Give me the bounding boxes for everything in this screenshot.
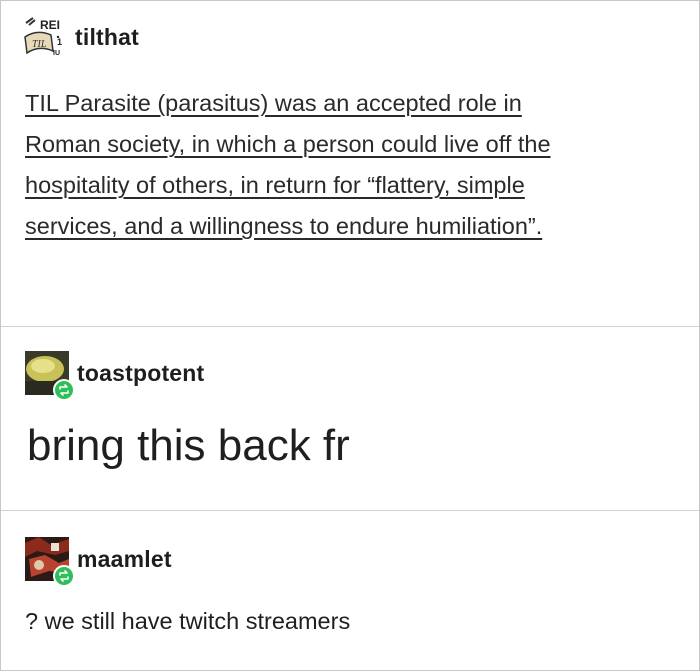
post-body[interactable]: TIL Parasite (parasitus) was an accepted…: [25, 83, 685, 247]
body-line: hospitality of others, in return for “fl…: [25, 172, 525, 198]
post-toastpotent: toastpotent bring this back fr: [1, 327, 699, 511]
post-tilthat: REI TIL 1 IU tilthat TIL Parasite (paras…: [1, 1, 699, 327]
username[interactable]: toastpotent: [77, 360, 204, 387]
username[interactable]: maamlet: [77, 546, 172, 573]
tumblr-post-thread: REI TIL 1 IU tilthat TIL Parasite (paras…: [0, 0, 700, 671]
body-line: TIL Parasite (parasitus) was an accepted…: [25, 90, 522, 116]
post-header: REI TIL 1 IU tilthat: [23, 15, 139, 59]
maamlet-avatar-icon[interactable]: [25, 537, 75, 587]
reblog-icon: [53, 379, 75, 401]
svg-text:1: 1: [57, 37, 62, 47]
reblog-icon: [53, 565, 75, 587]
username[interactable]: tilthat: [75, 24, 139, 51]
post-body: bring this back fr: [27, 421, 350, 470]
svg-text:TIL: TIL: [32, 39, 47, 50]
body-line: services, and a willingness to endure hu…: [25, 213, 543, 239]
post-header: toastpotent: [25, 351, 204, 401]
toast-avatar-icon[interactable]: [25, 351, 75, 401]
body-line: Roman society, in which a person could l…: [25, 131, 551, 157]
svg-text:REI: REI: [40, 18, 60, 32]
svg-text:IU: IU: [53, 50, 60, 57]
post-header: maamlet: [25, 537, 172, 587]
post-body: ? we still have twitch streamers: [25, 608, 351, 634]
til-logo-icon[interactable]: REI TIL 1 IU: [23, 15, 67, 59]
post-maamlet: maamlet ? we still have twitch streamers: [1, 511, 699, 670]
